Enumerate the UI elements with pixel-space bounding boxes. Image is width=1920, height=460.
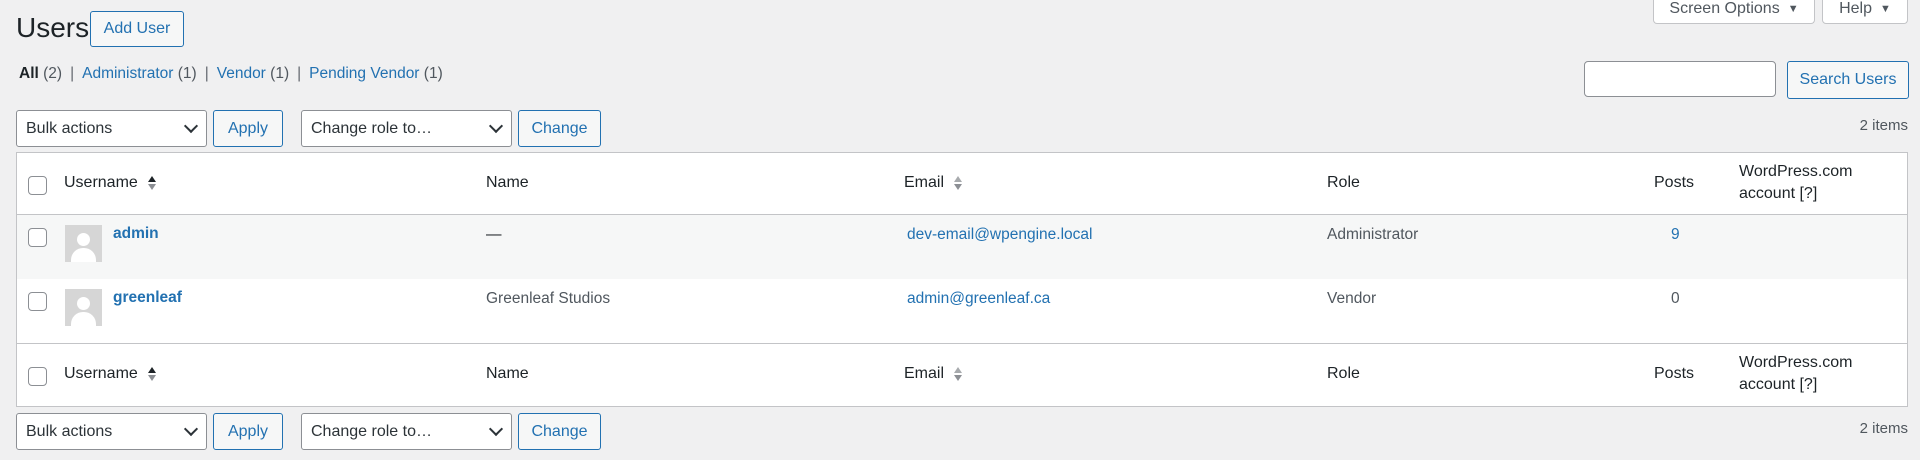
apply-button-bottom[interactable]: Apply <box>213 413 283 450</box>
caret-down-icon: ▼ <box>1787 2 1799 15</box>
filter-all[interactable]: All (2) <box>19 65 62 83</box>
username-link[interactable]: admin <box>113 225 159 243</box>
screen-options-button[interactable]: Screen Options ▼ <box>1653 0 1815 24</box>
column-wpcom-account: WordPress.com account [?] <box>1739 352 1853 396</box>
email-link[interactable]: admin@greenleaf.ca <box>907 290 1050 308</box>
role-filter-links: All (2) | Administrator (1) | Vendor (1)… <box>19 65 443 83</box>
row-checkbox[interactable] <box>28 228 47 247</box>
help-label: Help <box>1839 0 1872 17</box>
users-table: Username Name Email Role Posts WordPress… <box>16 152 1908 407</box>
posts-count: 0 <box>1671 290 1680 307</box>
page-title: Users <box>16 12 90 43</box>
sort-username-link[interactable]: Username <box>64 365 157 383</box>
bulk-actions-select[interactable]: Bulk actions <box>16 110 207 147</box>
search-input[interactable] <box>1584 61 1776 97</box>
change-role-button[interactable]: Change <box>518 110 601 147</box>
wpcom-line2: account [?] <box>1739 185 1818 202</box>
table-footer: Username Name Email Role Posts WordPress… <box>17 343 1907 406</box>
default-avatar-icon <box>65 225 102 262</box>
posts-count-link[interactable]: 9 <box>1671 226 1680 244</box>
apply-button[interactable]: Apply <box>213 110 283 147</box>
user-name: Greenleaf Studios <box>486 290 611 307</box>
sort-arrows-icon <box>954 175 963 190</box>
user-name: — <box>486 226 502 243</box>
chevron-down-icon <box>488 118 504 134</box>
add-user-button[interactable]: Add User <box>90 11 184 47</box>
sort-email-link[interactable]: Email <box>904 365 963 383</box>
column-posts: Posts <box>1654 365 1695 382</box>
change-role-value: Change role to… <box>311 119 432 137</box>
search-users-button[interactable]: Search Users <box>1787 61 1909 99</box>
column-posts: Posts <box>1654 174 1695 191</box>
email-link[interactable]: dev-email@wpengine.local <box>907 226 1092 244</box>
column-name: Name <box>486 174 529 191</box>
change-role-select-bottom[interactable]: Change role to… <box>301 413 512 450</box>
user-role: Vendor <box>1327 290 1377 307</box>
username-link[interactable]: greenleaf <box>113 289 182 307</box>
filter-separator: | <box>204 65 209 82</box>
filter-administrator[interactable]: Administrator (1) <box>82 65 197 83</box>
items-count: 2 items <box>1859 420 1908 437</box>
column-name: Name <box>486 365 529 382</box>
table-row: admin — dev-email@wpengine.local Adminis… <box>17 215 1907 279</box>
chevron-down-icon <box>183 421 199 437</box>
filter-separator: | <box>297 65 302 82</box>
column-role: Role <box>1327 174 1360 191</box>
table-header: Username Name Email Role Posts WordPress… <box>17 153 1907 215</box>
default-avatar-icon <box>65 289 102 326</box>
row-checkbox[interactable] <box>28 292 47 311</box>
chevron-down-icon <box>183 118 199 134</box>
wpcom-line1: WordPress.com <box>1739 354 1853 371</box>
select-all-checkbox[interactable] <box>28 176 47 195</box>
change-role-select[interactable]: Change role to… <box>301 110 512 147</box>
wpcom-line2: account [?] <box>1739 376 1818 393</box>
chevron-down-icon <box>488 421 504 437</box>
filter-separator: | <box>70 65 75 82</box>
help-button[interactable]: Help ▼ <box>1822 0 1908 24</box>
user-role: Administrator <box>1327 226 1419 243</box>
select-all-checkbox[interactable] <box>28 367 47 386</box>
filter-vendor[interactable]: Vendor (1) <box>217 65 289 83</box>
filter-pending-vendor[interactable]: Pending Vendor (1) <box>309 65 443 83</box>
items-count: 2 items <box>1859 117 1908 134</box>
screen-options-label: Screen Options <box>1669 0 1780 17</box>
bulk-actions-value: Bulk actions <box>26 422 113 440</box>
caret-down-icon: ▼ <box>1880 2 1891 15</box>
sort-arrows-icon <box>148 175 157 190</box>
sort-arrows-icon <box>954 366 963 381</box>
column-wpcom-account: WordPress.com account [?] <box>1739 161 1853 205</box>
bulk-actions-value: Bulk actions <box>26 119 113 137</box>
sort-arrows-icon <box>148 366 157 381</box>
table-row: greenleaf Greenleaf Studios admin@greenl… <box>17 279 1907 343</box>
change-role-value: Change role to… <box>311 422 432 440</box>
sort-email-link[interactable]: Email <box>904 174 963 192</box>
bulk-actions-select-bottom[interactable]: Bulk actions <box>16 413 207 450</box>
column-role: Role <box>1327 365 1360 382</box>
wpcom-line1: WordPress.com <box>1739 163 1853 180</box>
change-role-button-bottom[interactable]: Change <box>518 413 601 450</box>
sort-username-link[interactable]: Username <box>64 174 157 192</box>
